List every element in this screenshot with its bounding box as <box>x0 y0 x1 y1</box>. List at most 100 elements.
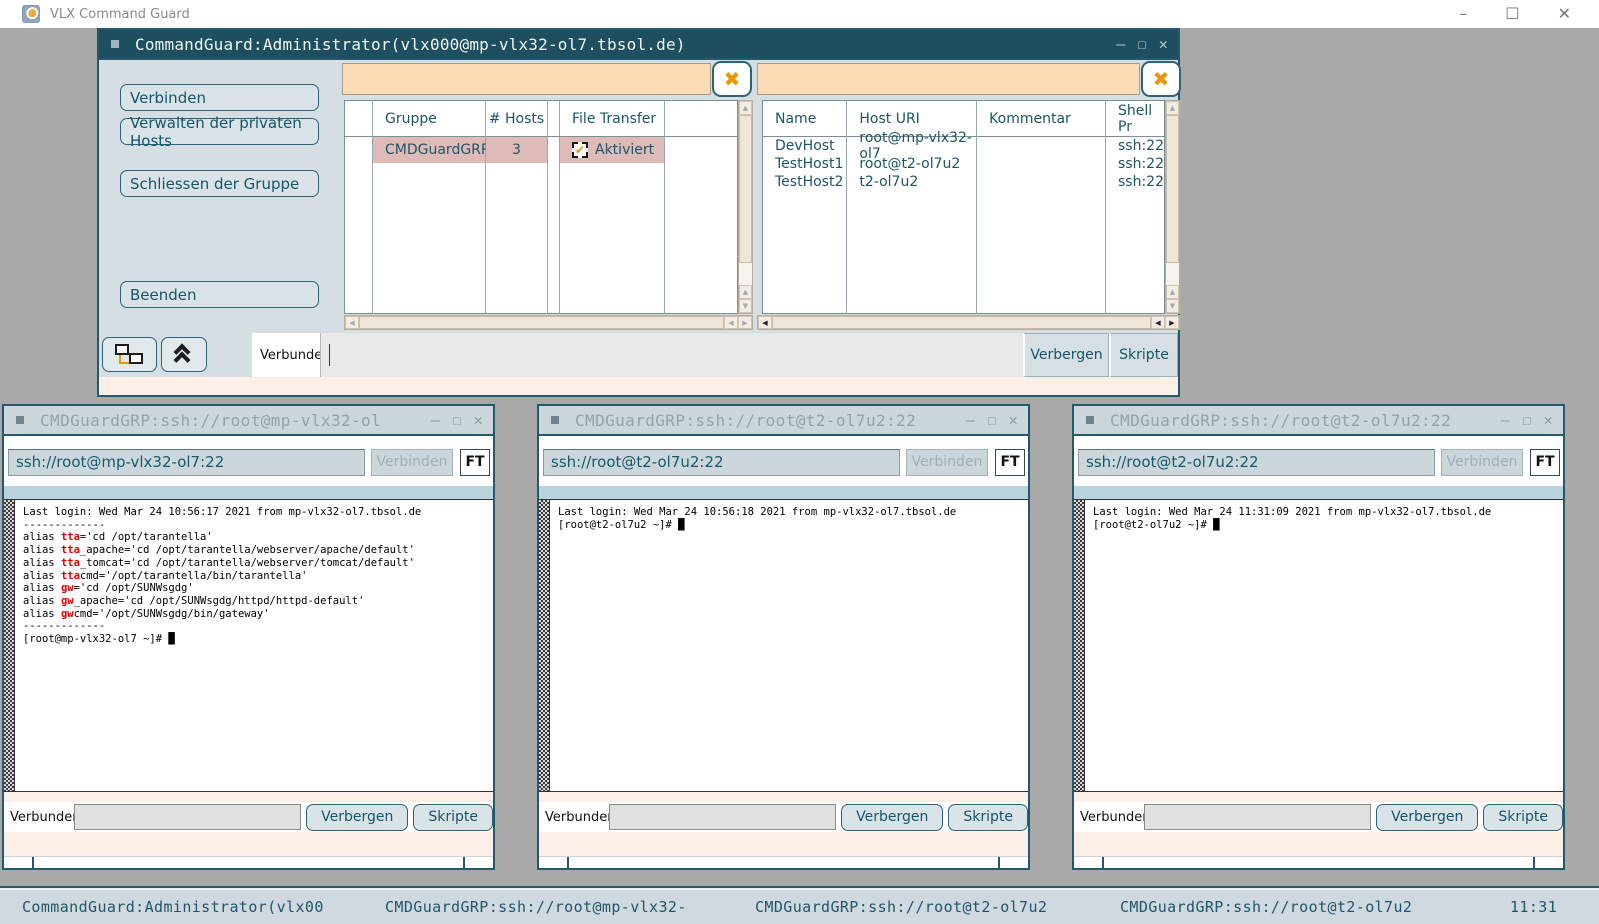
terminal-statusbar: Verbunden Verbergen Skripte <box>1074 802 1563 832</box>
host-table-hscrollbar[interactable]: ◀ ◀ ▶ <box>757 315 1180 330</box>
script-input[interactable] <box>1144 804 1371 830</box>
schliessen-gruppe-button[interactable]: Schliessen der Gruppe <box>120 170 319 197</box>
maximize-icon[interactable]: ☐ <box>1138 35 1147 53</box>
scroll-thumb[interactable] <box>739 115 752 263</box>
verbinden-button-disabled[interactable]: Verbinden <box>1441 449 1523 476</box>
ssh-uri-input[interactable]: ssh://root@t2-ol7u2:22 <box>1078 449 1435 476</box>
taskbar-item-terminal-2[interactable]: CMDGuardGRP:ssh://root@t2-ol7u2 <box>755 898 1047 916</box>
host-row-uri[interactable]: root@t2-ol7u2 <box>847 155 976 173</box>
terminal-scrollbar[interactable] <box>1074 500 1085 791</box>
host-row-uri[interactable]: root@mp-vlx32-ol7 <box>847 137 976 155</box>
minimize-icon[interactable]: – <box>431 411 440 429</box>
group-filter-input[interactable] <box>342 63 711 95</box>
ssh-uri-input[interactable]: ssh://root@t2-ol7u2:22 <box>543 449 900 476</box>
host-row-shell[interactable]: ssh:22 <box>1106 137 1164 155</box>
verbergen-button[interactable]: Verbergen <box>1376 804 1478 831</box>
host-row-name[interactable]: TestHost1 <box>763 155 846 173</box>
scroll-up-icon[interactable]: ▲ <box>1166 101 1179 115</box>
verbinden-button-disabled[interactable]: Verbinden <box>906 449 988 476</box>
terminal-screen[interactable]: Last login: Wed Mar 24 11:31:09 2021 fro… <box>1074 499 1563 792</box>
taskbar-item-terminal-3[interactable]: CMDGuardGRP:ssh://root@t2-ol7u2 <box>1120 898 1412 916</box>
group-row-file-transfer[interactable]: ✔ Aktiviert <box>560 137 664 163</box>
terminal-scrollbar[interactable] <box>4 500 15 791</box>
scroll-left-icon[interactable]: ◀ <box>1151 316 1165 329</box>
os-maximize-button[interactable]: ☐ <box>1505 6 1519 22</box>
scroll-down-icon[interactable]: ▼ <box>739 299 752 313</box>
group-table-hscrollbar[interactable]: ◀ ◀ ▶ <box>344 315 753 330</box>
window-menu-icon[interactable] <box>551 416 559 424</box>
close-icon[interactable]: ✕ <box>1009 411 1018 429</box>
maximize-icon[interactable]: ☐ <box>1522 411 1531 429</box>
scroll-left-icon[interactable]: ◀ <box>724 316 738 329</box>
host-filter-input[interactable] <box>757 63 1140 95</box>
host-row-name[interactable]: TestHost2 <box>763 173 846 191</box>
close-icon[interactable]: ✕ <box>1159 35 1168 53</box>
os-close-button[interactable]: ✕ <box>1558 6 1571 22</box>
verwalten-private-hosts-button[interactable]: Verwalten der privaten Hosts <box>120 118 319 145</box>
terminal-screen[interactable]: Last login: Wed Mar 24 10:56:17 2021 fro… <box>4 499 493 792</box>
ft-button[interactable]: FT <box>1530 449 1560 476</box>
window-menu-icon[interactable] <box>16 416 24 424</box>
group-row-hosts[interactable]: 3 <box>486 137 547 163</box>
scroll-right-icon[interactable]: ▶ <box>738 316 752 329</box>
host-panel-close-button[interactable]: ✖ <box>1141 61 1181 97</box>
scroll-left-icon[interactable]: ◀ <box>758 316 772 329</box>
group-panel-close-button[interactable]: ✖ <box>712 61 752 97</box>
close-icon[interactable]: ✕ <box>1544 411 1553 429</box>
group-row-name[interactable]: CMDGuardGRP <box>373 137 485 163</box>
terminal-screen[interactable]: Last login: Wed Mar 24 10:56:18 2021 fro… <box>539 499 1028 792</box>
window-menu-icon[interactable] <box>111 40 119 48</box>
scroll-left-icon[interactable]: ◀ <box>345 316 359 329</box>
host-table-vscrollbar[interactable]: ▲ ▲ ▼ <box>1165 100 1180 314</box>
scroll-thumb[interactable] <box>772 316 1151 329</box>
script-input[interactable] <box>74 804 301 830</box>
host-row-uri[interactable]: t2-ol7u2 <box>847 173 976 191</box>
window-resize-edge[interactable] <box>1074 856 1563 868</box>
host-row-shell[interactable]: ssh:22 <box>1106 173 1164 191</box>
minimize-icon[interactable]: – <box>1501 411 1510 429</box>
skripte-button[interactable]: Skripte <box>948 804 1028 831</box>
maximize-icon[interactable]: ☐ <box>987 411 996 429</box>
ssh-uri-input[interactable]: ssh://root@mp-vlx32-ol7:22 <box>8 449 365 476</box>
file-transfer-checkbox[interactable]: ✔ <box>572 142 588 158</box>
host-row-kommentar[interactable] <box>977 137 1105 155</box>
verbergen-button[interactable]: Verbergen <box>1023 333 1109 377</box>
verbinden-button[interactable]: Verbinden <box>120 84 319 111</box>
host-row-kommentar[interactable] <box>977 173 1105 191</box>
scroll-up-icon[interactable]: ▲ <box>739 285 752 299</box>
minimize-icon[interactable]: – <box>966 411 975 429</box>
script-input[interactable] <box>609 804 836 830</box>
maximize-icon[interactable]: ☐ <box>452 411 461 429</box>
skripte-button[interactable]: Skripte <box>1109 333 1178 377</box>
verbinden-button-disabled[interactable]: Verbinden <box>371 449 453 476</box>
os-minimize-button[interactable]: – <box>1459 6 1467 22</box>
scroll-up-icon[interactable]: ▲ <box>739 101 752 115</box>
topology-button[interactable] <box>102 337 157 372</box>
host-row-shell[interactable]: ssh:22 <box>1106 155 1164 173</box>
command-input[interactable] <box>320 333 1023 377</box>
scroll-down-icon[interactable]: ▼ <box>1166 299 1179 313</box>
host-row-kommentar[interactable] <box>977 155 1105 173</box>
skripte-button[interactable]: Skripte <box>413 804 493 831</box>
scroll-thumb[interactable] <box>1166 115 1179 263</box>
verbergen-button[interactable]: Verbergen <box>841 804 943 831</box>
minimize-icon[interactable]: – <box>1116 35 1125 53</box>
scroll-up-icon[interactable]: ▲ <box>1166 285 1179 299</box>
window-resize-edge[interactable] <box>539 856 1028 868</box>
skripte-button[interactable]: Skripte <box>1483 804 1563 831</box>
terminal-scrollbar[interactable] <box>539 500 550 791</box>
scroll-thumb[interactable] <box>359 316 724 329</box>
close-icon[interactable]: ✕ <box>474 411 483 429</box>
ft-button[interactable]: FT <box>995 449 1025 476</box>
verbergen-button[interactable]: Verbergen <box>306 804 408 831</box>
collapse-up-button[interactable] <box>161 337 207 372</box>
group-table-vscrollbar[interactable]: ▲ ▲ ▼ <box>738 100 753 314</box>
taskbar-item-commandguard[interactable]: CommandGuard:Administrator(vlx00 <box>22 898 324 916</box>
scroll-right-icon[interactable]: ▶ <box>1165 316 1179 329</box>
taskbar-item-terminal-1[interactable]: CMDGuardGRP:ssh://root@mp-vlx32- <box>385 898 687 916</box>
window-menu-icon[interactable] <box>1086 416 1094 424</box>
window-resize-edge[interactable] <box>4 856 493 868</box>
beenden-button[interactable]: Beenden <box>120 281 319 308</box>
host-row-name[interactable]: DevHost <box>763 137 846 155</box>
ft-button[interactable]: FT <box>460 449 490 476</box>
